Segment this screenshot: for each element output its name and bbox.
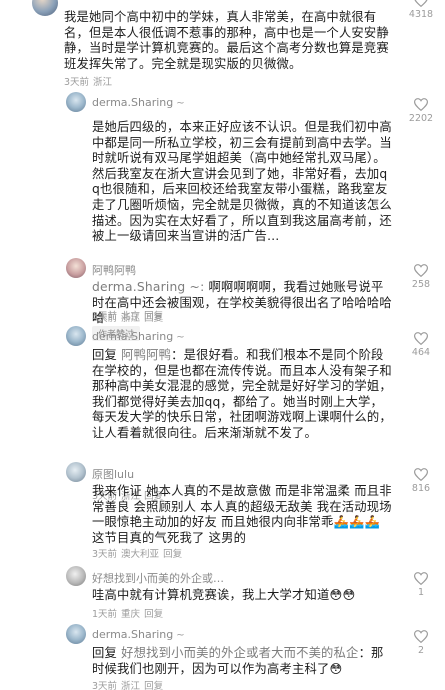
heart-icon	[414, 468, 428, 481]
comment-text: 回复 好想找到小而美的外企或者大而不美的私企：那时候我们也刚开，因为可以作为高考…	[92, 646, 394, 677]
avatar[interactable]	[66, 326, 86, 346]
heart-icon	[414, 572, 428, 585]
comment-location: 北京	[121, 311, 141, 322]
heart-icon	[414, 630, 428, 643]
reply-to-mention[interactable]: 阿鸭阿鸭	[121, 348, 171, 362]
reply-link[interactable]: 回复	[144, 681, 163, 690]
comment-text: 回复 阿鸭阿鸭：是很好看。和我们根本不是同个阶段在学校的，但是也都在流传传说。而…	[92, 348, 394, 442]
comment-meta: 3天前 澳大利亚 回复	[92, 546, 186, 560]
like-button[interactable]: 258	[407, 264, 435, 290]
comment-text: 是她后四级的，本来正好应该不认识。但是我们初中高中都是同一所私立学校，初三会有提…	[92, 120, 392, 244]
comment-1: 我是她同个高中初中的学妹，真人非常美，在高中就很有名，但是本人很低调不惹事的那种…	[0, 0, 445, 88]
like-button[interactable]: 2	[407, 630, 435, 656]
like-button[interactable]: 4318	[407, 0, 435, 20]
reply-prefix: 回复	[92, 646, 117, 660]
comment-2: derma.Sharing ~ 是她后四级的，本来正好应该不认识。但是我们初中高中…	[0, 92, 445, 341]
author-tilde: ~	[176, 332, 185, 343]
comment-3: 阿鸭阿鸭 derma.Sharing ~: 啊啊啊啊啊，我看过她账号说平时在高中…	[0, 258, 445, 325]
avatar[interactable]	[66, 566, 86, 586]
comment-7: derma.Sharing ~ 回复 好想找到小而美的外企或者大而不美的私企：那时…	[0, 624, 445, 690]
like-count: 816	[411, 483, 431, 494]
comment-username[interactable]: derma.Sharing ~	[92, 628, 188, 641]
heart-icon	[414, 264, 428, 277]
comment-location: 重庆	[121, 609, 141, 620]
avatar[interactable]	[66, 624, 86, 644]
comment-meta: 3天前 浙江	[64, 74, 116, 88]
reply-link[interactable]: 回复	[163, 549, 182, 560]
like-count: 464	[411, 347, 431, 358]
author-tilde: ~	[176, 98, 185, 109]
comment-location: 浙江	[121, 681, 141, 690]
comment-text: 哇高中就有计算机竞赛诶，我上大学才知道😳😳	[92, 588, 356, 602]
reply-to-mention[interactable]: 好想找到小而美的外企或者大而不美的私企	[121, 646, 358, 660]
comment-text: 我来作证 她本人真的不是故意傲 而是非常温柔 而且非常善良 会照顾别人 本人真的…	[92, 484, 392, 545]
like-button[interactable]: 816	[407, 468, 435, 494]
avatar[interactable]	[66, 258, 86, 278]
like-count: 2202	[408, 113, 434, 124]
heart-icon	[414, 98, 428, 111]
reply-to-mention[interactable]: derma.Sharing	[92, 280, 185, 294]
comment-time: 3天前	[92, 549, 118, 560]
like-count: 258	[411, 279, 431, 290]
comment-username[interactable]: 好想找到小而美的外企或…	[92, 570, 224, 586]
avatar[interactable]	[32, 0, 58, 16]
like-count: 4318	[408, 9, 434, 20]
comment-username[interactable]: 原图lulu	[92, 466, 134, 482]
comment-username[interactable]: derma.Sharing ~	[92, 330, 188, 343]
comment-username[interactable]: 阿鸭阿鸭	[92, 262, 136, 278]
comment-location: 浙江	[93, 77, 113, 88]
like-button[interactable]: 2202	[407, 98, 435, 124]
avatar[interactable]	[66, 462, 86, 482]
author-tilde: ~	[176, 630, 185, 641]
comment-text: 我是她同个高中初中的学妹，真人非常美，在高中就很有名，但是本人很低调不惹事的那种…	[64, 10, 389, 71]
username-text[interactable]: derma.Sharing	[92, 628, 173, 641]
comment-meta: 3天前 北京 回复	[92, 308, 167, 322]
heart-icon	[414, 332, 428, 345]
reply-link[interactable]: 回复	[144, 311, 163, 322]
username-text[interactable]: 阿鸭阿鸭	[92, 264, 136, 277]
avatar[interactable]	[66, 92, 86, 112]
comment-4: derma.Sharing ~ 回复 阿鸭阿鸭：是很好看。和我们根本不是同个阶段在…	[0, 326, 445, 502]
heart-icon	[414, 0, 428, 7]
comment-5: 原图lulu 我来作证 她本人真的不是故意傲 而是非常温柔 而且非常善良 会照顾…	[0, 462, 445, 562]
username-text[interactable]: derma.Sharing	[92, 96, 173, 109]
reply-link[interactable]: 回复	[144, 609, 163, 620]
like-count: 1	[417, 587, 425, 598]
comment-username[interactable]: derma.Sharing ~	[92, 96, 188, 109]
comment-6: 好想找到小而美的外企或… 哇高中就有计算机竞赛诶，我上大学才知道😳😳 1天前 重庆…	[0, 566, 445, 622]
username-text[interactable]: derma.Sharing	[92, 330, 173, 343]
comment-meta: 3天前 浙江 回复	[92, 678, 167, 690]
reply-prefix: 回复	[92, 348, 117, 362]
like-button[interactable]: 464	[407, 332, 435, 358]
like-button[interactable]: 1	[407, 572, 435, 598]
comment-time: 3天前	[92, 681, 118, 690]
comment-time: 3天前	[64, 77, 90, 88]
comment-time: 3天前	[92, 311, 118, 322]
comment-location: 澳大利亚	[121, 549, 160, 560]
comment-time: 1天前	[92, 609, 118, 620]
like-count: 2	[417, 645, 425, 656]
comment-meta: 1天前 重庆 回复	[92, 606, 167, 620]
